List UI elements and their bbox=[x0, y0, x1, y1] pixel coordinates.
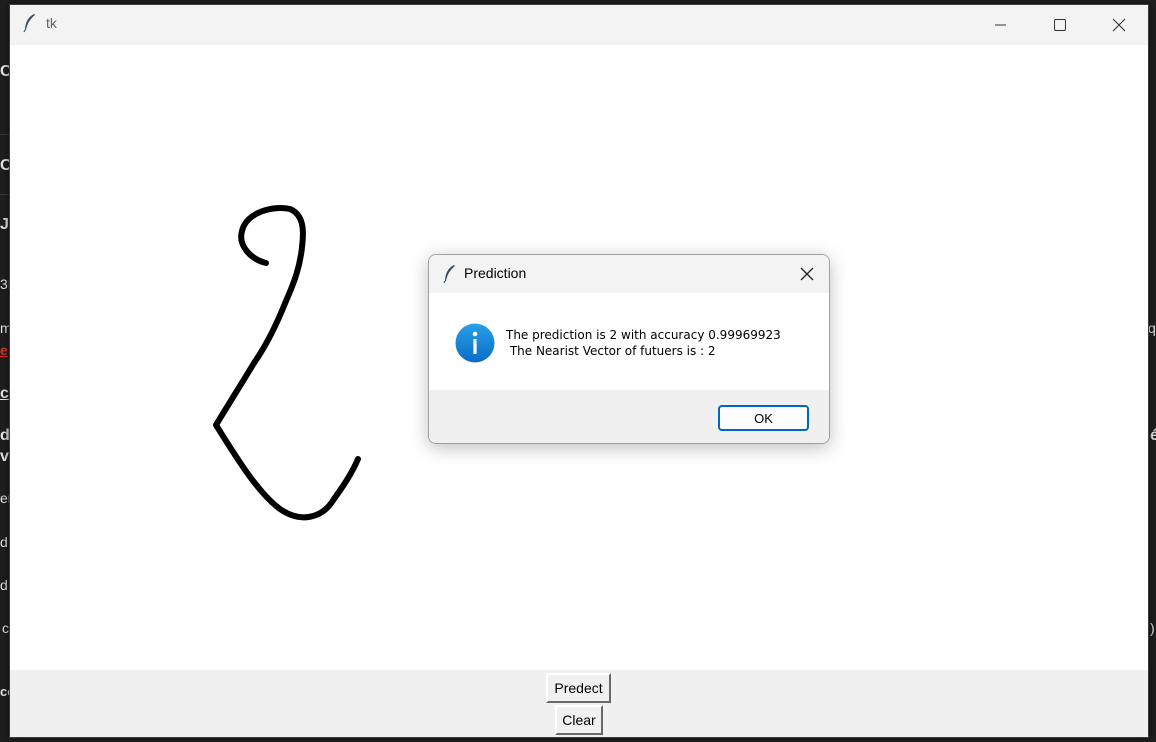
info-icon bbox=[455, 323, 495, 363]
close-icon bbox=[800, 267, 814, 281]
ok-button[interactable]: OK bbox=[718, 405, 809, 431]
maximize-icon bbox=[1054, 18, 1066, 31]
dialog-footer: OK bbox=[429, 390, 829, 443]
bg-text-fragment: q bbox=[1148, 320, 1156, 336]
bg-text-fragment: é bbox=[1150, 427, 1156, 444]
bg-text-fragment: c bbox=[2, 620, 9, 636]
clear-button[interactable]: Clear bbox=[555, 705, 603, 735]
bg-text-fragment: v bbox=[0, 448, 9, 465]
window-title: tk bbox=[46, 15, 57, 31]
minimize-icon bbox=[995, 24, 1006, 25]
close-icon bbox=[1112, 18, 1126, 31]
close-button[interactable] bbox=[1090, 5, 1148, 44]
maximize-button[interactable] bbox=[1031, 5, 1089, 44]
bg-text-fragment: e bbox=[0, 342, 8, 358]
bg-text-fragment: d bbox=[0, 534, 8, 550]
feather-icon bbox=[23, 14, 35, 33]
bg-text-fragment: c bbox=[0, 385, 9, 402]
prediction-dialog: Prediction The prediction is 2 with accu… bbox=[428, 254, 830, 444]
dialog-close-button[interactable] bbox=[791, 259, 823, 289]
feather-icon bbox=[443, 265, 455, 284]
bg-text-fragment: d bbox=[0, 577, 8, 593]
predict-button[interactable]: Predect bbox=[546, 673, 611, 703]
title-bar[interactable]: tk bbox=[10, 5, 1148, 44]
prediction-message: The prediction is 2 with accuracy 0.9996… bbox=[506, 327, 781, 359]
dialog-title-bar[interactable]: Prediction bbox=[429, 255, 829, 293]
minimize-button[interactable] bbox=[972, 5, 1030, 44]
nearest-vector-line: The Nearist Vector of futuers is : 2 bbox=[506, 344, 716, 358]
dialog-body: The prediction is 2 with accuracy 0.9996… bbox=[429, 293, 829, 390]
bg-text-fragment: ) bbox=[1150, 620, 1155, 636]
prediction-line: The prediction is 2 with accuracy 0.9996… bbox=[506, 328, 781, 342]
dialog-title: Prediction bbox=[464, 265, 527, 281]
